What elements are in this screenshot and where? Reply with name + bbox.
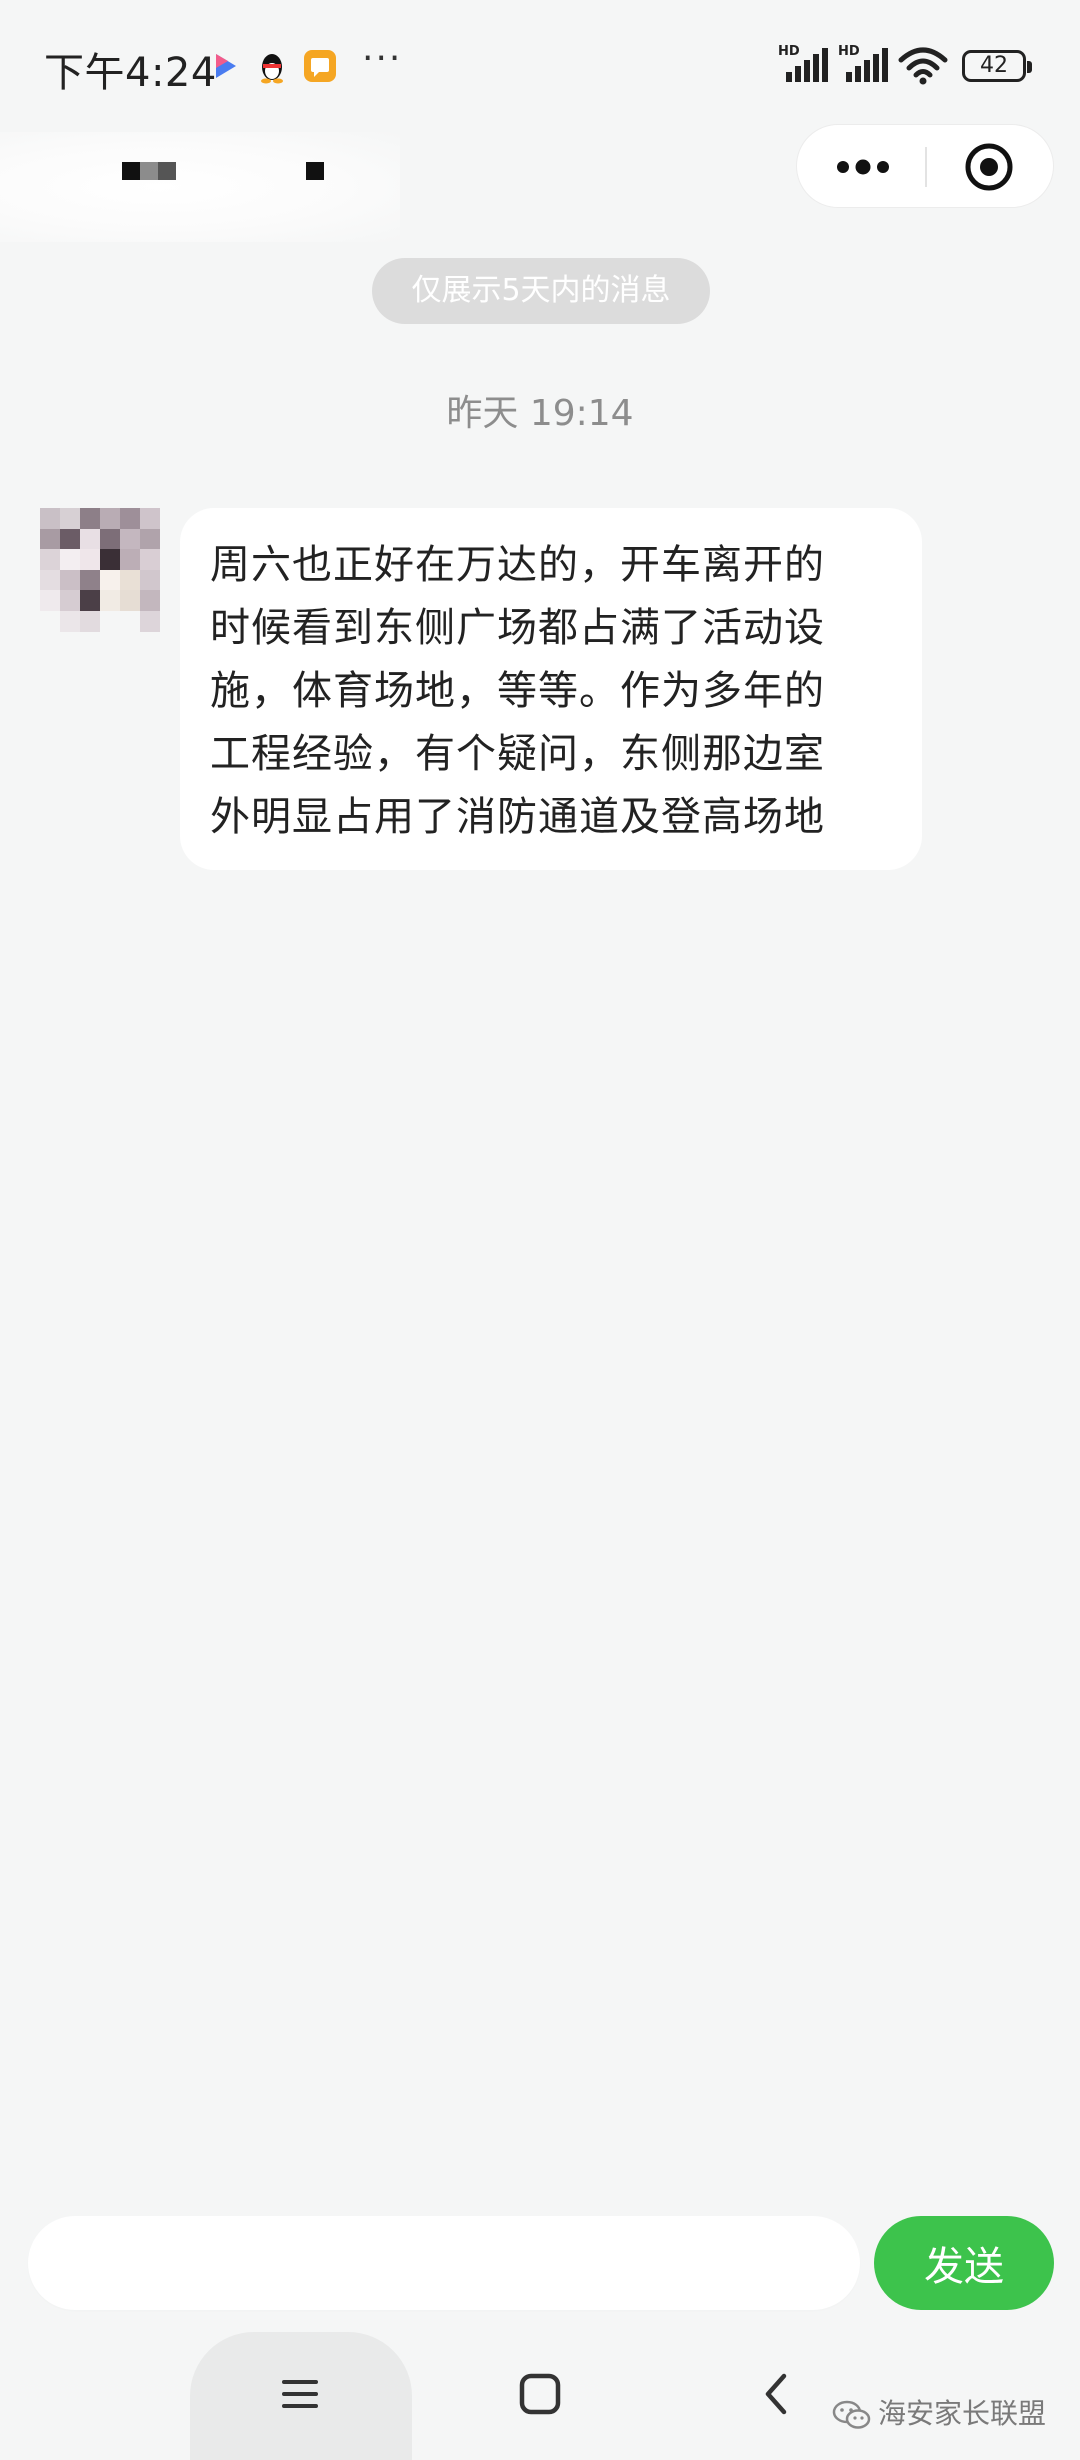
message-line: 时候看到东侧广场都占满了活动设 [210,605,825,651]
message-timestamp: 昨天 19:14 [446,393,634,434]
home-square-icon[interactable] [510,2364,570,2424]
mini-program-capsule [796,124,1054,208]
wifi-icon [898,47,948,85]
back-chevron-icon[interactable] [748,2364,808,2424]
watermark-text: 海安家长联盟 [878,2397,1047,2430]
chat-screen: 下午4:24 ··· HD HD 42 仅展示5天内的消息 昨天 19:14 周… [0,0,1080,2460]
more-dots-icon[interactable] [833,145,893,189]
message-line: 周六也正好在万达的，开车离开的 [210,542,825,588]
avatar[interactable] [40,508,160,632]
qq-penguin-icon [261,54,283,84]
svg-text:HD: HD [778,44,800,59]
battery-indicator: 42 [962,50,1032,82]
chat-title-blurred [0,132,400,242]
svg-text:HD: HD [838,44,860,59]
signal-2-icon: HD [838,44,888,82]
message-retention-notice: 仅展示5天内的消息 [372,258,710,324]
close-circle-icon[interactable] [963,141,1015,193]
message-bubble[interactable]: 周六也正好在万达的，开车离开的 时候看到东侧广场都占满了活动设 施，体育场地，等… [180,508,922,870]
message-line: 外明显占用了消防通道及登高场地 [210,794,825,840]
status-bar: 下午4:24 ··· HD HD 42 [0,0,1080,132]
pixelated-title [122,162,324,180]
status-more-dots: ··· [362,38,403,79]
note-app-icon [304,50,336,82]
watermark: 海安家长联盟 [832,2392,1046,2436]
send-button[interactable]: 发送 [874,2216,1054,2310]
message-input[interactable] [28,2216,860,2310]
message-line: 工程经验，有个疑问，东侧那边室 [210,731,825,777]
status-time: 下午4:24 [44,50,217,96]
video-app-icon [216,54,236,78]
menu-icon[interactable] [270,2364,330,2424]
wechat-logo-icon [832,2400,871,2429]
signal-1-icon: HD [778,44,828,82]
message-line: 施，体育场地，等等。作为多年的 [210,668,825,714]
capsule-divider [925,147,927,187]
